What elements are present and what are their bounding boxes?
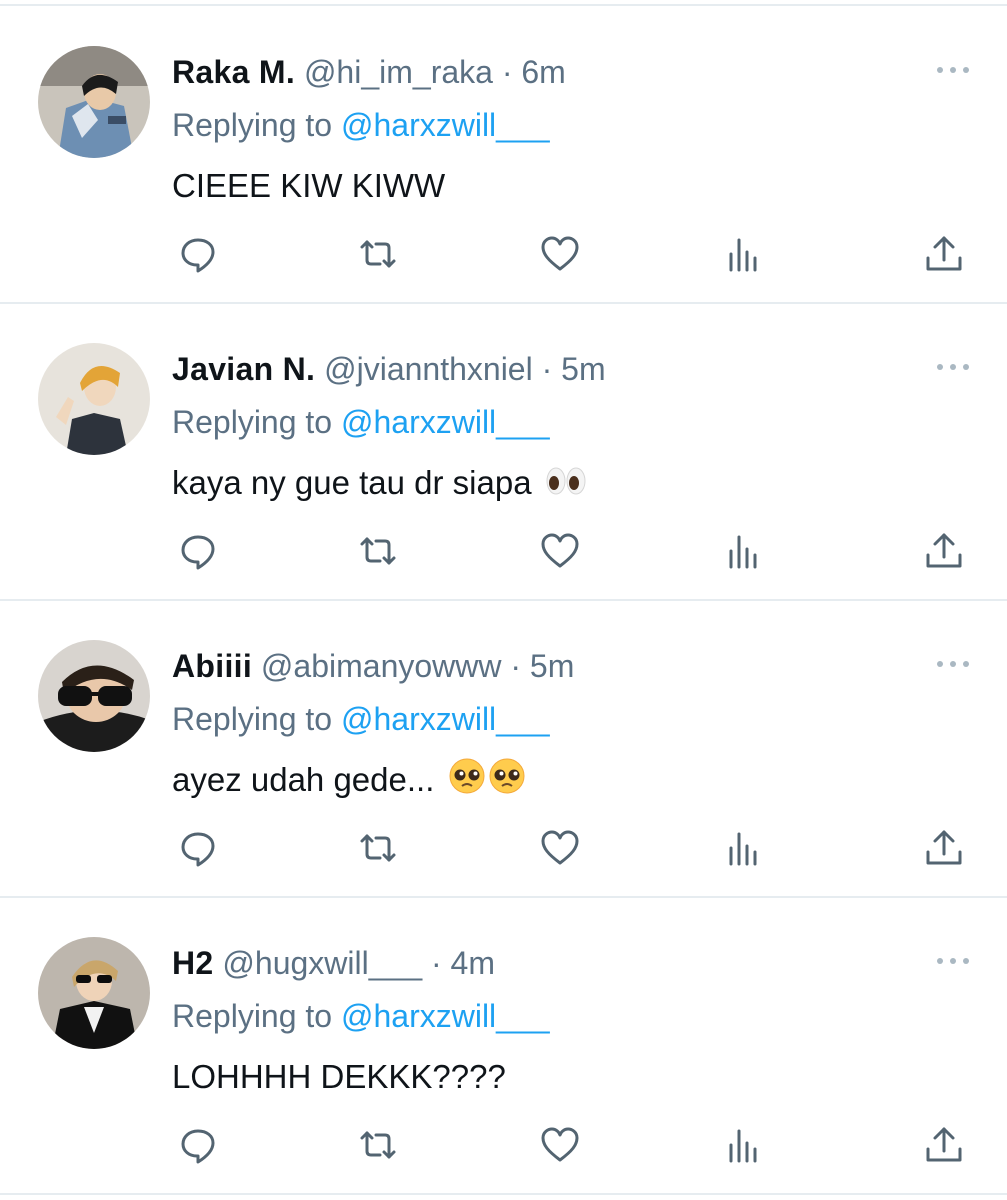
tweet[interactable]: Abiiii @abimanyowww · 5m Replying to @ha… <box>0 602 1007 898</box>
separator-dot: · <box>431 945 442 981</box>
eyes-emoji <box>545 462 587 508</box>
pleading-face-emoji <box>448 757 528 807</box>
heart-icon[interactable] <box>538 826 582 870</box>
display-name[interactable]: Raka M. <box>172 54 295 90</box>
tweet-header: Abiiii @abimanyowww · 5m <box>172 644 574 688</box>
tweet-text: LOHHHH DEKKK???? <box>172 1054 506 1100</box>
replying-to: Replying to @harxzwill___ <box>172 994 550 1038</box>
tweet-text: CIEEE KIW KIWW <box>172 163 445 209</box>
comment-icon[interactable] <box>176 232 220 276</box>
heart-icon[interactable] <box>538 529 582 573</box>
action-bar <box>0 232 1007 278</box>
tweet-header: Raka M. @hi_im_raka · 6m <box>172 50 566 94</box>
analytics-icon[interactable] <box>722 826 766 870</box>
tweet-text-content: LOHHHH DEKKK???? <box>172 1058 506 1095</box>
share-icon[interactable] <box>922 529 966 573</box>
user-handle[interactable]: @hugxwill___ <box>222 945 422 981</box>
replying-to: Replying to @harxzwill___ <box>172 400 550 444</box>
more-icon[interactable] <box>937 58 969 82</box>
share-icon[interactable] <box>922 232 966 276</box>
tweet[interactable]: Raka M. @hi_im_raka · 6m Replying to @ha… <box>0 8 1007 304</box>
analytics-icon[interactable] <box>722 1123 766 1167</box>
display-name[interactable]: H2 <box>172 945 214 981</box>
timestamp[interactable]: 4m <box>451 945 495 981</box>
tweet-header: Javian N. @jviannthxniel · 5m <box>172 347 606 391</box>
replying-label: Replying to <box>172 998 333 1034</box>
user-handle[interactable]: @abimanyowww <box>261 648 502 684</box>
analytics-icon[interactable] <box>722 529 766 573</box>
action-bar <box>0 826 1007 872</box>
tweet-text-content: ayez udah gede... <box>172 761 435 798</box>
heart-icon[interactable] <box>538 1123 582 1167</box>
timestamp[interactable]: 5m <box>561 351 605 387</box>
comment-icon[interactable] <box>176 1123 220 1167</box>
avatar[interactable] <box>38 937 150 1049</box>
separator-dot: · <box>541 351 553 387</box>
retweet-icon[interactable] <box>356 1123 400 1167</box>
mention-link[interactable]: @harxzwill___ <box>341 107 550 143</box>
tweet-header: H2 @hugxwill___ · 4m <box>172 941 495 985</box>
avatar[interactable] <box>38 46 150 158</box>
tweet-text-content: CIEEE KIW KIWW <box>172 167 446 204</box>
action-bar <box>0 1123 1007 1169</box>
user-handle[interactable]: @jviannthxniel <box>324 351 533 387</box>
separator-dot: · <box>510 648 522 684</box>
separator-dot: · <box>501 54 513 90</box>
more-icon[interactable] <box>937 949 969 973</box>
divider <box>0 4 1007 6</box>
replying-label: Replying to <box>172 107 333 143</box>
replying-label: Replying to <box>172 404 333 440</box>
retweet-icon[interactable] <box>356 529 400 573</box>
reply-feed: Raka M. @hi_im_raka · 6m Replying to @ha… <box>0 0 1007 1200</box>
tweet-text: ayez udah gede... <box>172 757 528 807</box>
more-icon[interactable] <box>937 355 969 379</box>
replying-label: Replying to <box>172 701 333 737</box>
comment-icon[interactable] <box>176 529 220 573</box>
replying-to: Replying to @harxzwill___ <box>172 103 550 147</box>
timestamp[interactable]: 6m <box>521 54 565 90</box>
analytics-icon[interactable] <box>722 232 766 276</box>
mention-link[interactable]: @harxzwill___ <box>341 701 550 737</box>
replying-to: Replying to @harxzwill___ <box>172 697 550 741</box>
retweet-icon[interactable] <box>356 232 400 276</box>
tweet-text: kaya ny gue tau dr siapa <box>172 460 587 508</box>
heart-icon[interactable] <box>538 232 582 276</box>
share-icon[interactable] <box>922 1123 966 1167</box>
share-icon[interactable] <box>922 826 966 870</box>
tweet-text-content: kaya ny gue tau dr siapa <box>172 464 532 501</box>
tweet[interactable]: Javian N. @jviannthxniel · 5m Replying t… <box>0 305 1007 601</box>
avatar[interactable] <box>38 640 150 752</box>
mention-link[interactable]: @harxzwill___ <box>341 404 550 440</box>
tweet[interactable]: H2 @hugxwill___ · 4m Replying to @harxzw… <box>0 899 1007 1195</box>
retweet-icon[interactable] <box>356 826 400 870</box>
display-name[interactable]: Javian N. <box>172 351 315 387</box>
mention-link[interactable]: @harxzwill___ <box>341 998 550 1034</box>
avatar[interactable] <box>38 343 150 455</box>
action-bar <box>0 529 1007 575</box>
comment-icon[interactable] <box>176 826 220 870</box>
user-handle[interactable]: @hi_im_raka <box>304 54 493 90</box>
display-name[interactable]: Abiiii <box>172 648 252 684</box>
more-icon[interactable] <box>937 652 969 676</box>
timestamp[interactable]: 5m <box>530 648 574 684</box>
